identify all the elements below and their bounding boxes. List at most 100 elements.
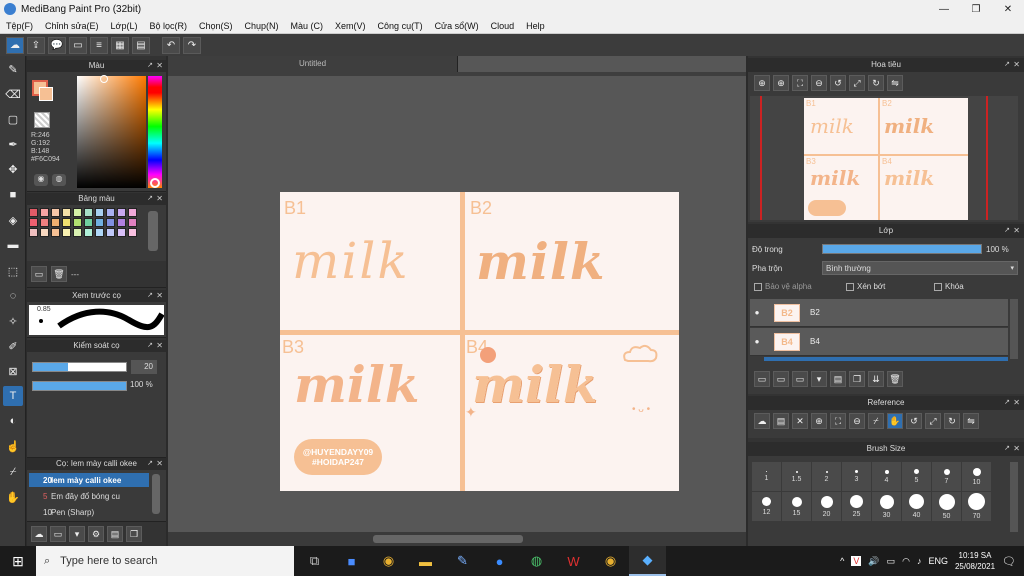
palette-swatch[interactable] [95,208,104,217]
selection-eraser-icon[interactable]: ⊠ [3,361,23,381]
redo-icon[interactable]: ↷ [183,36,201,54]
new-palette-icon[interactable]: ▭ [31,266,47,282]
navigator-preview[interactable]: B1 B2 B3 B4 milk milk milk milk [750,96,1018,220]
undock-icon[interactable]: ↗ [147,193,153,205]
magic-wand-icon[interactable]: ✧ [3,311,23,331]
rotate-left-icon[interactable]: ↺ [830,75,846,91]
task-view-icon[interactable]: ⧉ [296,546,333,576]
brush-item[interactable]: 10 Pen (Sharp) [29,505,149,519]
windows-start-icon[interactable]: ⊞ [0,546,36,576]
brush-size-value[interactable]: 20 [131,360,157,374]
flip-icon[interactable]: ⇋ [963,413,979,429]
brush-size-cell[interactable]: 50 [932,492,961,521]
palette-swatch[interactable] [106,218,115,227]
menu-capture[interactable]: Chụp(N) [239,21,285,31]
close-icon[interactable]: ✕ [156,340,163,352]
fill-rect-icon[interactable]: ■ [3,185,23,205]
battery-icon[interactable]: ▭ [887,556,896,567]
grid-icon[interactable]: ▦ [111,36,129,54]
palette-swatch[interactable] [84,208,93,217]
saturation-brightness-field[interactable] [77,76,146,188]
palette-swatch[interactable] [62,208,71,217]
palette-swatch[interactable] [106,228,115,237]
fit-window-icon[interactable]: ⤢ [925,413,941,429]
fit-window-icon[interactable]: ⤢ [849,75,865,91]
palette-scrollbar[interactable] [148,211,158,251]
document-tab[interactable]: Untitled [168,56,458,72]
open-reference-icon[interactable]: ▤ [773,413,789,429]
undock-icon[interactable]: ↗ [1004,442,1010,456]
brush-size-cell[interactable]: 1 [752,462,781,491]
minimize-button[interactable]: — [928,0,960,18]
close-icon[interactable]: ✕ [1013,224,1020,238]
undock-icon[interactable]: ↗ [1004,396,1010,410]
background-color-swatch[interactable] [34,112,50,128]
reference-hand-icon[interactable]: ✋ [887,413,903,429]
palette-swatch[interactable] [40,228,49,237]
rectangle-icon[interactable]: ▢ [3,109,23,129]
cloud-reference-icon[interactable]: ☁ [754,413,770,429]
layer-row[interactable]: ● B2 B2 [750,299,1008,327]
taskbar-clock[interactable]: 10:19 SA 25/08/2021 [955,550,995,572]
menu-help[interactable]: Help [520,21,551,31]
brush-size-cell[interactable]: 3 [842,462,871,491]
maximize-button[interactable]: ❐ [960,0,992,18]
undock-icon[interactable]: ↗ [1004,58,1010,72]
menu-layer[interactable]: Lớp(L) [105,21,144,31]
move-icon[interactable]: ✥ [3,159,23,179]
brush-size-cell[interactable]: 20 [812,492,841,521]
selection-pen-icon[interactable]: ✐ [3,336,23,356]
palette-swatch[interactable] [29,208,38,217]
menu-file[interactable]: Tệp(F) [0,21,39,31]
taskbar-search[interactable]: ⌕ Type here to search [36,546,294,576]
undock-icon[interactable]: ↗ [147,290,153,302]
palette-swatch[interactable] [117,218,126,227]
zoom-out-icon[interactable]: ⊖ [811,75,827,91]
brush-options-icon[interactable]: ▾ [69,526,85,542]
close-icon[interactable]: ✕ [156,193,163,205]
close-icon[interactable]: ✕ [156,458,163,470]
visibility-eye-icon[interactable]: ● [750,337,764,346]
chrome-profile-icon[interactable]: ◉ [592,546,629,576]
duplicate-layer-icon[interactable]: ❐ [849,371,865,387]
new-halftone-layer-icon[interactable]: ▭ [773,371,789,387]
rotate-right-icon[interactable]: ↻ [868,75,884,91]
horizontal-scrollbar-thumb[interactable] [373,535,523,543]
close-icon[interactable]: ✕ [1013,442,1020,456]
eyedropper-mode-icon[interactable]: ◍ [52,174,66,186]
color-picker-cursor[interactable] [100,75,108,83]
brush-size-scrollbar[interactable] [1010,462,1018,532]
lasso-icon[interactable]: ◌ [3,286,23,306]
language-indicator[interactable]: ENG [928,556,948,566]
palette-mode-icon[interactable]: ◉ [34,174,48,186]
brush-size-cell[interactable]: 70 [962,492,991,521]
show-hidden-icons-icon[interactable]: ^ [840,556,844,566]
palette-swatch[interactable] [40,218,49,227]
palette-swatch[interactable] [62,218,71,227]
file-explorer-icon[interactable]: ▬ [407,546,444,576]
blur-icon[interactable]: ◐ [3,411,23,431]
palette-swatch[interactable] [29,228,38,237]
zoom-in-icon[interactable]: ⊕ [754,75,770,91]
palette-swatch[interactable] [128,208,137,217]
palette-swatch[interactable] [73,218,82,227]
close-reference-icon[interactable]: ✕ [792,413,808,429]
undock-icon[interactable]: ↗ [147,340,153,352]
palette-swatch[interactable] [84,228,93,237]
cloud-brush-icon[interactable]: ☁ [31,526,47,542]
palette-swatch[interactable] [117,228,126,237]
drawing-canvas[interactable]: B1 B2 B3 B4 milk milk milk milk ✦ • ᴗ • … [280,192,679,491]
reference-eyedropper-icon[interactable]: ⌿ [868,413,884,429]
menu-tools[interactable]: Công cụ(T) [372,21,429,31]
brush-opacity-slider[interactable] [32,381,127,391]
zoom-in-icon[interactable]: ⊕ [811,413,827,429]
menu-filter[interactable]: Bộ lọc(R) [143,21,193,31]
palette-swatch[interactable] [106,208,115,217]
brush-size-cell[interactable]: 1.5 [782,462,811,491]
undock-icon[interactable]: ↗ [147,60,153,72]
close-icon[interactable]: ✕ [156,290,163,302]
close-icon[interactable]: ✕ [1013,396,1020,410]
menu-cloud[interactable]: Cloud [485,21,521,31]
merge-layer-icon[interactable]: ⇊ [868,371,884,387]
menu-color[interactable]: Màu (C) [285,21,330,31]
